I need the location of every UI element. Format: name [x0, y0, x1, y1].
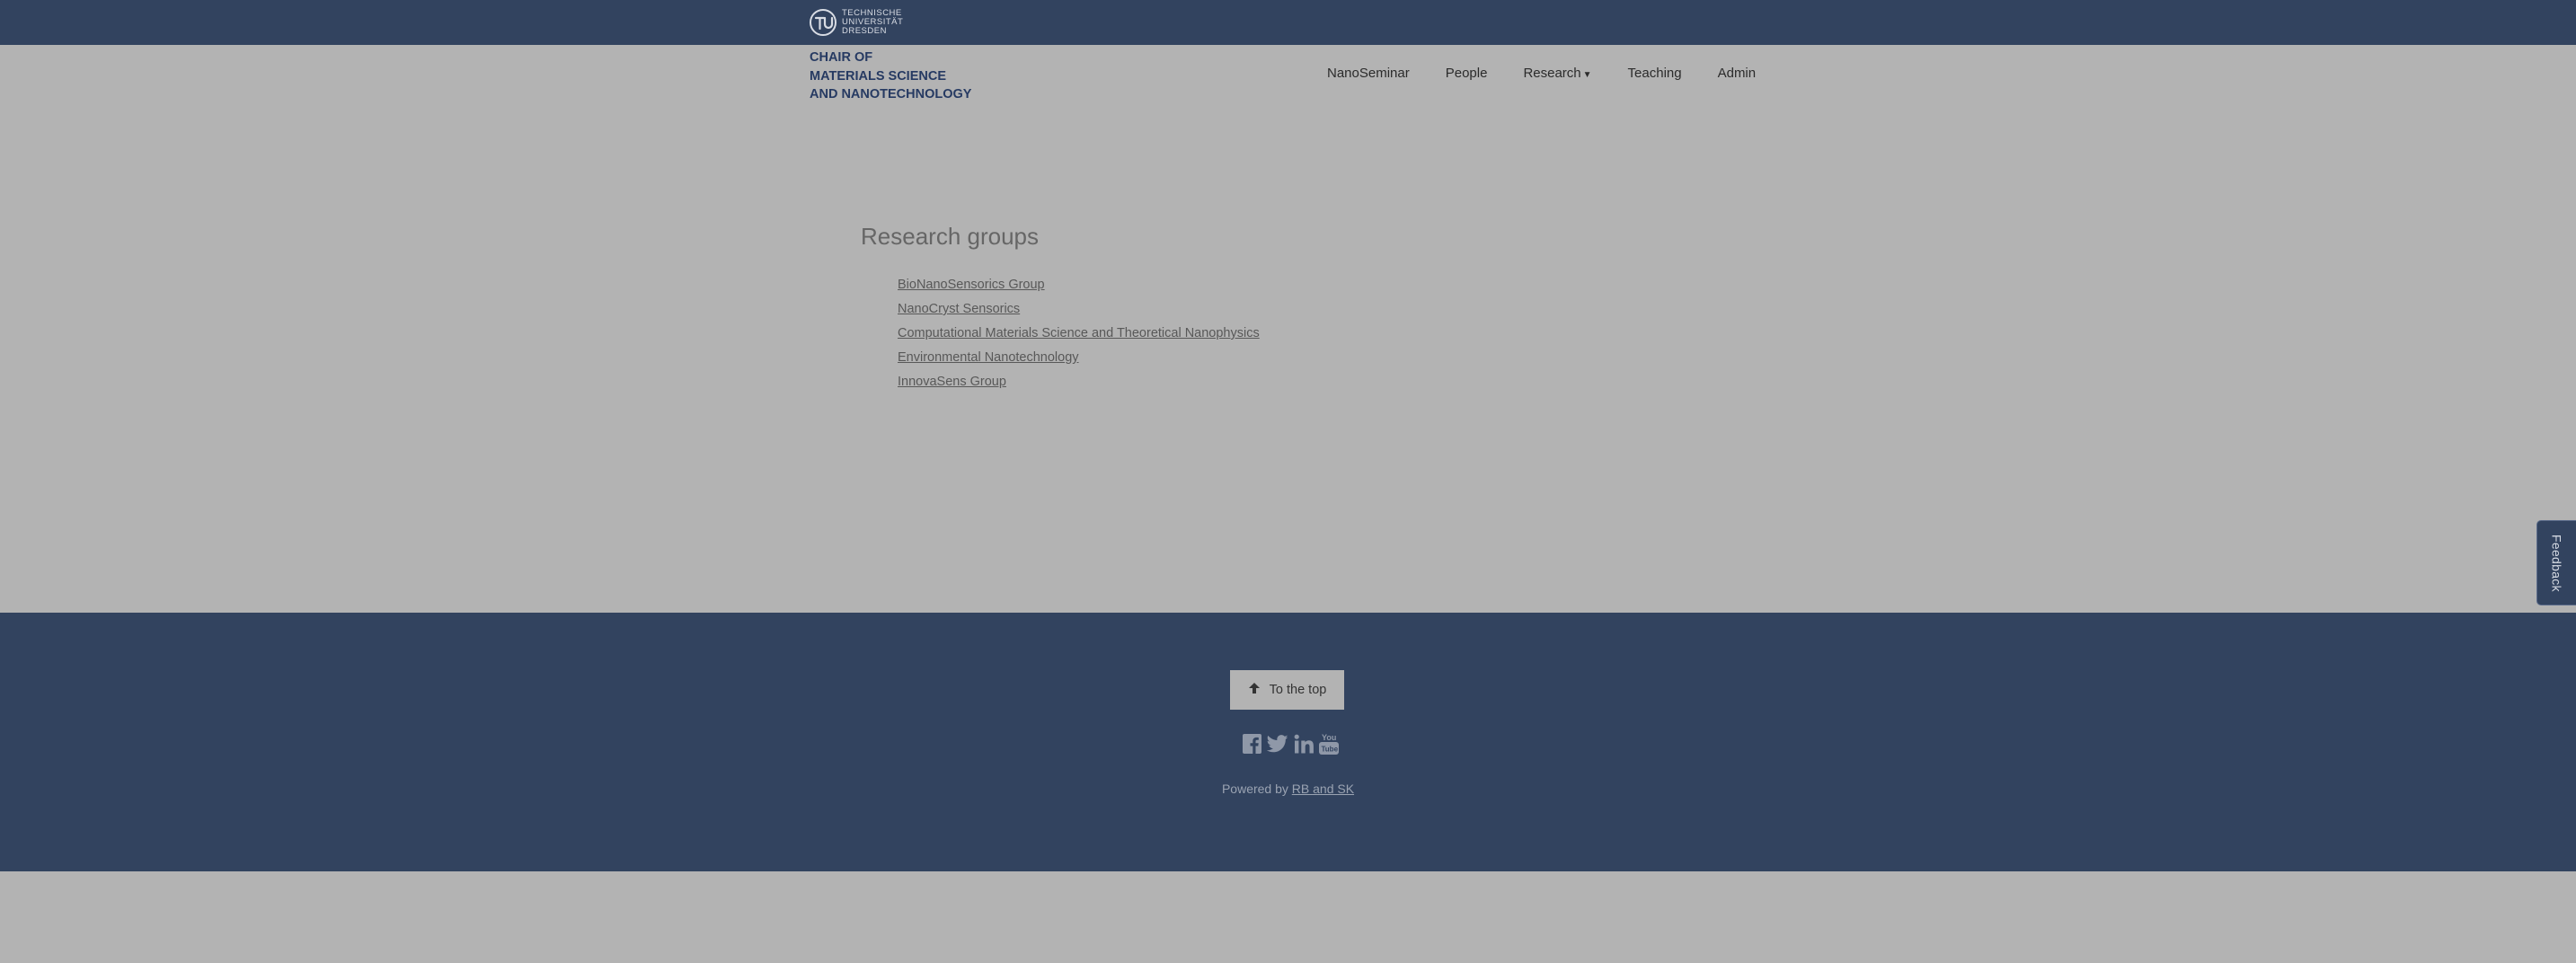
page-title: Research groups: [861, 223, 1039, 250]
social-links: You Tube: [1243, 732, 1339, 760]
powered-by-prefix: Powered by: [1221, 782, 1288, 796]
chair-title-line: CHAIR OF: [810, 50, 873, 65]
nav-item-research-label: Research: [1523, 66, 1581, 81]
nav-item-research[interactable]: Research ▼: [1523, 66, 1591, 81]
list-item: Environmental Nanotechnology: [898, 346, 1260, 370]
to-top-button[interactable]: To the top: [1230, 670, 1344, 710]
main-navigation: NanoSeminar People Research ▼ Teaching Ad…: [1327, 66, 1756, 81]
feedback-label: Feedback: [2549, 534, 2564, 592]
arrow-up-icon: [1248, 682, 1261, 698]
youtube-icon[interactable]: You Tube: [1319, 732, 1339, 760]
nav-item-admin[interactable]: Admin: [1718, 66, 1757, 81]
tu-logo-words: TECHNISCHE UNIVERSITÄT DRESDEN: [842, 9, 903, 36]
to-top-label: To the top: [1269, 683, 1327, 697]
list-item: NanoCryst Sensorics: [898, 297, 1260, 322]
group-link-computational[interactable]: Computational Materials Science and Theo…: [898, 326, 1260, 340]
top-bar: TECHNISCHE UNIVERSITÄT DRESDEN: [0, 0, 2576, 45]
nav-item-people[interactable]: People: [1446, 66, 1488, 81]
chair-title-line: MATERIALS SCIENCE: [810, 68, 946, 84]
powered-by-link[interactable]: RB and SK: [1292, 782, 1354, 796]
svg-text:Tube: Tube: [1322, 746, 1339, 754]
group-link-nanocryst[interactable]: NanoCryst Sensorics: [898, 302, 1020, 316]
list-item: BioNanoSensorics Group: [898, 273, 1260, 297]
research-groups-list: BioNanoSensorics Group NanoCryst Sensori…: [898, 273, 1260, 394]
chair-title-line: AND NANOTECHNOLOGY: [810, 87, 972, 102]
group-link-innovasens[interactable]: InnovaSens Group: [898, 375, 1006, 389]
list-item: InnovaSens Group: [898, 370, 1260, 394]
group-link-environmental[interactable]: Environmental Nanotechnology: [898, 350, 1079, 365]
tu-dresden-logo[interactable]: TECHNISCHE UNIVERSITÄT DRESDEN: [809, 7, 903, 38]
feedback-button[interactable]: Feedback: [2536, 520, 2576, 605]
linkedin-icon[interactable]: [1294, 734, 1314, 758]
svg-text:You: You: [1322, 733, 1336, 742]
nav-item-teaching[interactable]: Teaching: [1628, 66, 1682, 81]
list-item: Computational Materials Science and Theo…: [898, 322, 1260, 346]
group-link-bionanosensorics[interactable]: BioNanoSensorics Group: [898, 278, 1045, 292]
facebook-icon[interactable]: [1243, 734, 1261, 758]
powered-by: Powered by RB and SK: [0, 782, 2576, 796]
nav-item-nanoseminar[interactable]: NanoSeminar: [1327, 66, 1410, 81]
logo-word: DRESDEN: [842, 26, 887, 36]
tu-logo-icon: [809, 8, 837, 37]
twitter-icon[interactable]: [1266, 735, 1288, 757]
chair-title[interactable]: CHAIR OF MATERIALS SCIENCE AND NANOTECHN…: [810, 49, 971, 104]
bottom-band: [0, 871, 2576, 963]
caret-down-icon: ▼: [1582, 70, 1592, 80]
